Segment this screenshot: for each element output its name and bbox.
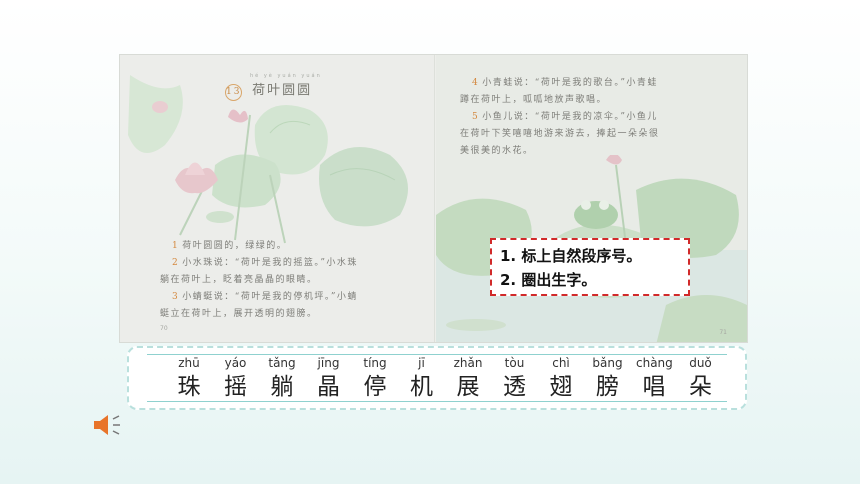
character-hanzi: 珠 [177, 374, 201, 400]
character-item: tǎng 躺 [264, 356, 300, 402]
paragraph-5-line-2: 在荷叶下笑嘻嘻地游来游去，捧起一朵朵很 [460, 129, 660, 139]
task-line-2: 2. 圈出生字。 [500, 271, 597, 289]
character-pinyin: zhū [178, 356, 200, 370]
character-item: zhǎn 展 [450, 356, 486, 402]
character-pinyin: duǒ [689, 356, 712, 370]
character-pinyin: jīng [317, 356, 340, 370]
page-number-left: 70 [160, 325, 168, 332]
textbook-page-image: 13 荷叶圆圆 hé yè yuán yuán 1 荷叶圆圆的，绿绿的。 2 小水珠… [120, 55, 747, 342]
character-item: zhū 珠 [171, 356, 207, 402]
character-pinyin: tǎng [268, 356, 296, 370]
character-pinyin: bǎng [592, 356, 623, 370]
character-pinyin: tòu [504, 356, 525, 370]
lesson-number: 13 [225, 84, 242, 101]
paragraph-4-line-2: 蹲在荷叶上，呱呱地放声歌唱。 [460, 95, 608, 105]
paragraph-5-line-1: 5 小鱼儿说：“荷叶是我的凉伞。”小鱼儿 [472, 112, 658, 122]
character-pinyin: yáo [224, 356, 247, 370]
paragraph-2-line-2: 躺在荷叶上，眨着亮晶晶的眼睛。 [160, 275, 318, 285]
paragraph-4-line-1: 4 小青蛙说：“荷叶是我的歌台。”小青蛙 [472, 78, 658, 88]
character-item: yáo 摇 [218, 356, 254, 402]
character-item: tòu 透 [497, 356, 533, 402]
character-pinyin: jī [418, 356, 425, 370]
strip-top-line [147, 354, 727, 355]
character-pinyin: chì [552, 356, 570, 370]
task-line-1: 1. 标上自然段序号。 [500, 247, 642, 265]
character-item: jī 机 [404, 356, 440, 402]
paragraph-3-line-1: 3 小蜻蜓说：“荷叶是我的停机坪。”小蜻 [172, 292, 358, 302]
paragraph-1: 1 荷叶圆圆的，绿绿的。 [172, 241, 288, 251]
lesson-title: 13 荷叶圆圆 [225, 79, 312, 101]
new-characters-strip: zhū 珠 yáo 摇 tǎng 躺 jīng 晶 tíng 停 jī 机 zhǎn 展 tòu 透 chì 翅 b… [127, 346, 747, 410]
character-hanzi: 膀 [596, 374, 619, 400]
character-hanzi: 透 [503, 374, 526, 400]
character-hanzi: 朵 [689, 374, 712, 400]
character-item: tíng 停 [357, 356, 393, 402]
character-item: bǎng 膀 [590, 356, 626, 402]
character-hanzi: 躺 [270, 374, 294, 400]
lesson-title-text: 荷叶圆圆 [252, 83, 313, 98]
character-hanzi: 唱 [642, 374, 666, 400]
character-hanzi: 机 [410, 374, 433, 400]
character-item: chì 翅 [543, 356, 579, 402]
character-pinyin: tíng [363, 356, 387, 370]
character-item: duǒ 朵 [683, 356, 719, 402]
speaker-icon[interactable] [92, 412, 126, 438]
character-item: chàng 唱 [636, 356, 673, 402]
character-item: jīng 晶 [311, 356, 347, 402]
character-hanzi: 展 [456, 374, 480, 400]
paragraph-3-line-2: 蜓立在荷叶上，展开透明的翅膀。 [160, 309, 318, 319]
textbook-right-page: 4 小青蛙说：“荷叶是我的歌台。”小青蛙 蹲在荷叶上，呱呱地放声歌唱。 5 小鱼儿说… [436, 55, 747, 342]
textbook-left-page: 13 荷叶圆圆 hé yè yuán yuán 1 荷叶圆圆的，绿绿的。 2 小水珠… [120, 55, 436, 342]
character-hanzi: 翅 [549, 374, 573, 400]
paragraph-2-line-1: 2 小水珠说：“荷叶是我的摇篮。”小水珠 [172, 258, 358, 268]
character-pinyin: zhǎn [453, 356, 483, 370]
task-instruction-box: 1. 标上自然段序号。 2. 圈出生字。 [490, 238, 690, 296]
character-hanzi: 停 [363, 374, 387, 400]
page-number-right: 71 [719, 329, 727, 336]
character-hanzi: 晶 [317, 374, 340, 400]
character-pinyin: chàng [636, 356, 673, 370]
character-hanzi: 摇 [224, 374, 247, 400]
lesson-title-pinyin: hé yè yuán yuán [250, 73, 322, 79]
